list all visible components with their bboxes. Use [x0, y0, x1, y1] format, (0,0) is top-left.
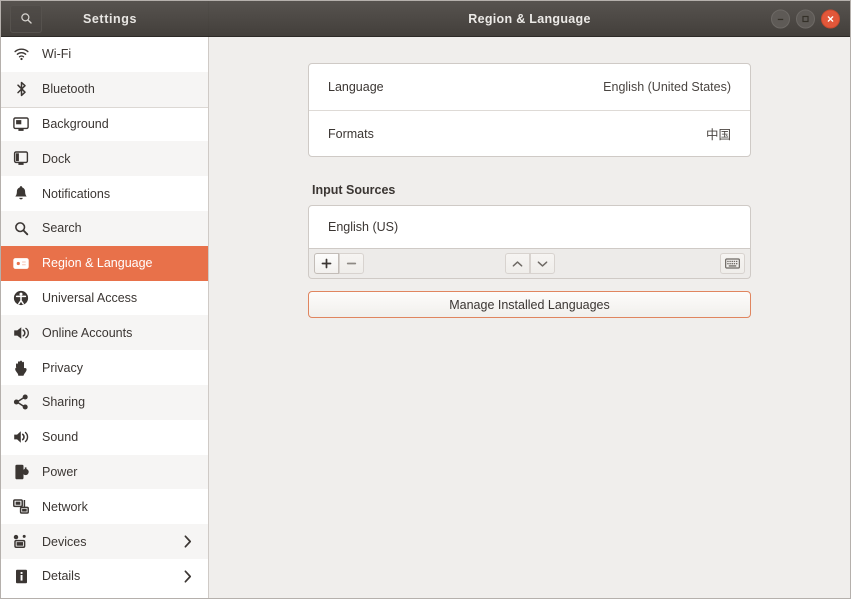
chevron-right-icon	[184, 535, 192, 548]
language-label: Language	[328, 80, 384, 94]
input-sources-toolbar	[308, 249, 751, 279]
sidebar-item-label: Bluetooth	[42, 82, 95, 97]
keyboard-preview-group	[720, 253, 745, 274]
universal-access-icon	[11, 289, 31, 307]
list-item[interactable]: English (US)	[328, 220, 398, 234]
search-icon	[20, 12, 33, 25]
keyboard-icon	[725, 258, 740, 269]
sidebar-item-sharing[interactable]: Sharing	[1, 384, 208, 420]
bell-icon	[11, 185, 31, 203]
titlebar-sidebar-section: Settings	[1, 1, 209, 36]
maximize-icon	[801, 14, 810, 23]
sidebar-item-search[interactable]: Search	[1, 210, 208, 246]
sidebar-item-label: Sound	[42, 430, 79, 445]
minus-icon	[346, 258, 357, 269]
sidebar-item-label: Notifications	[42, 186, 111, 201]
minimize-button[interactable]	[771, 9, 790, 28]
input-sources-heading: Input Sources	[312, 183, 396, 197]
language-value: English (United States)	[603, 80, 731, 94]
search-icon	[11, 219, 31, 237]
minimize-icon	[776, 14, 785, 23]
network-icon	[11, 498, 31, 516]
background-monitor-icon	[11, 115, 31, 133]
dock-icon	[11, 150, 31, 168]
sidebar-item-label: Wi-Fi	[42, 47, 72, 62]
sidebar-item-devices[interactable]: Devices	[1, 524, 208, 559]
window-body: Wi-Fi Bluetooth Background Dock Notifica…	[1, 37, 850, 598]
chevron-up-icon	[512, 260, 523, 268]
sidebar-item-label: Network	[42, 499, 88, 514]
devices-icon	[11, 533, 31, 551]
sidebar-item-details[interactable]: Details	[1, 559, 208, 594]
sidebar-item-label: Dock	[42, 151, 71, 166]
settings-window: Settings Region & Language Wi-Fi Bluetoo…	[0, 0, 851, 599]
sidebar-item-power[interactable]: Power	[1, 454, 208, 490]
search-button[interactable]	[10, 4, 42, 33]
page-title: Region & Language	[468, 11, 591, 26]
sidebar-item-region-language[interactable]: Region & Language	[1, 245, 208, 281]
sidebar-item-label: Power	[42, 464, 78, 479]
sidebar-item-label: Universal Access	[42, 290, 138, 305]
manage-installed-languages-button[interactable]: Manage Installed Languages	[308, 291, 751, 318]
window-controls	[771, 9, 840, 28]
sidebar-item-label: Devices	[42, 534, 87, 549]
move-group	[504, 253, 555, 274]
formats-value: 中国	[705, 128, 731, 142]
sidebar-item-label: Details	[42, 569, 81, 584]
language-row[interactable]: Language English (United States)	[309, 64, 750, 110]
region-language-icon	[11, 254, 31, 272]
close-button[interactable]	[821, 9, 840, 28]
input-sources-list: English (US)	[308, 205, 751, 249]
sidebar-item-label: Sharing	[42, 395, 86, 410]
sound-icon	[11, 428, 31, 446]
locale-settings-card: Language English (United States) Formats…	[308, 63, 751, 157]
formats-row[interactable]: Formats 中国	[309, 110, 750, 156]
sidebar-item-label: Search	[42, 221, 82, 236]
titlebar-main-section: Region & Language	[209, 1, 850, 36]
sidebar: Wi-Fi Bluetooth Background Dock Notifica…	[1, 37, 209, 598]
sidebar-item-label: Privacy	[42, 360, 83, 375]
plus-icon	[321, 258, 332, 269]
chevron-down-icon	[537, 260, 548, 268]
add-input-source-button[interactable]	[314, 253, 339, 274]
privacy-hand-icon	[11, 359, 31, 377]
sidebar-item-network[interactable]: Network	[1, 489, 208, 524]
details-info-icon	[11, 567, 31, 585]
sidebar-item-privacy[interactable]: Privacy	[1, 350, 208, 385]
sidebar-item-online-accounts[interactable]: Online Accounts	[1, 315, 208, 351]
add-remove-group	[314, 253, 364, 274]
sidebar-item-background[interactable]: Background	[1, 106, 208, 142]
bluetooth-icon	[11, 80, 31, 98]
sidebar-item-bluetooth[interactable]: Bluetooth	[1, 71, 208, 107]
keyboard-preview-button[interactable]	[720, 253, 745, 274]
maximize-button[interactable]	[796, 9, 815, 28]
formats-label: Formats	[328, 126, 374, 141]
main-panel: Language English (United States) Formats…	[209, 37, 850, 598]
sidebar-item-sound[interactable]: Sound	[1, 420, 208, 455]
app-title: Settings	[82, 11, 138, 26]
sidebar-item-label: Region & Language	[42, 256, 153, 271]
sidebar-item-dock[interactable]: Dock	[1, 141, 208, 177]
main-content: Language English (United States) Formats…	[308, 37, 751, 318]
close-icon	[826, 14, 835, 23]
wifi-icon	[11, 45, 31, 63]
sidebar-item-wifi[interactable]: Wi-Fi	[1, 37, 208, 72]
online-accounts-icon	[11, 324, 31, 342]
sidebar-item-label: Online Accounts	[42, 325, 133, 340]
move-up-button[interactable]	[504, 253, 530, 274]
power-icon	[11, 463, 31, 481]
titlebar: Settings Region & Language	[1, 1, 850, 37]
move-down-button[interactable]	[529, 253, 555, 274]
sharing-icon	[11, 393, 31, 411]
sidebar-item-notifications[interactable]: Notifications	[1, 176, 208, 211]
remove-input-source-button[interactable]	[339, 253, 364, 274]
sidebar-item-label: Background	[42, 117, 109, 132]
sidebar-item-universal-access[interactable]: Universal Access	[1, 281, 208, 316]
chevron-right-icon	[184, 570, 192, 583]
